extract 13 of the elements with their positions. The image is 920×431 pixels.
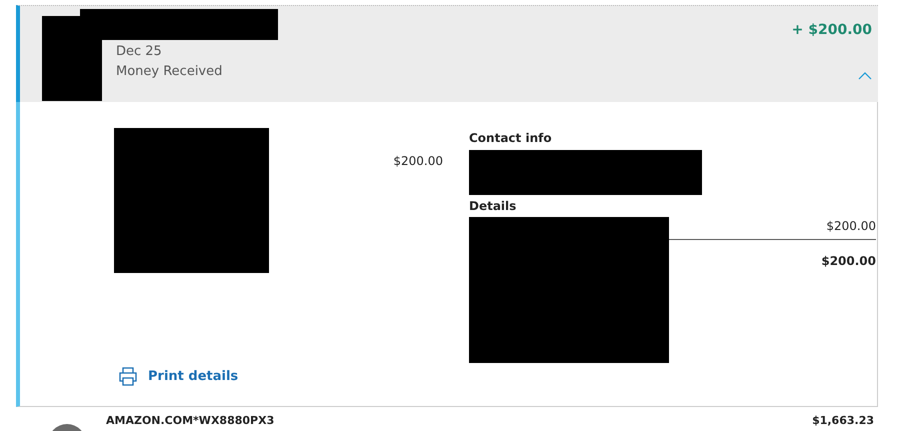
print-details-button[interactable]: Print details	[118, 366, 238, 386]
payment-amount: $200.00	[393, 154, 443, 168]
printer-icon	[118, 366, 138, 386]
transaction-amount: $1,663.23	[812, 414, 874, 427]
contact-heading: Contact info	[469, 131, 553, 145]
line-amount: $200.00	[825, 218, 876, 233]
details-heading: Details	[469, 199, 518, 213]
transaction-amount: + $200.00	[792, 22, 872, 38]
total-amount: $200.00	[820, 254, 876, 268]
merchant-name: AMAZON.COM*WX8880PX3	[106, 414, 274, 427]
transaction-type: Money Received	[116, 64, 222, 79]
chevron-icon[interactable]	[858, 72, 872, 80]
transaction-date: Dec 25	[116, 44, 162, 59]
